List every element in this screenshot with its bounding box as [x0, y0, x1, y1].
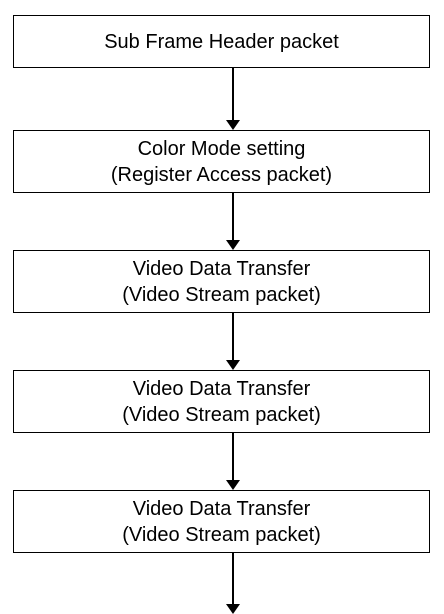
down-arrow-icon — [226, 193, 240, 250]
down-arrow-icon — [226, 68, 240, 130]
step-sublabel: (Register Access packet) — [110, 163, 333, 186]
step-video-data-transfer-box: Video Data Transfer (Video Stream packet… — [13, 370, 430, 433]
step-label: Sub Frame Header packet — [104, 30, 339, 53]
step-video-data-transfer-box: Video Data Transfer (Video Stream packet… — [13, 490, 430, 553]
step-sublabel: (Video Stream packet) — [122, 523, 321, 546]
step-sublabel: (Video Stream packet) — [122, 403, 321, 426]
step-video-data-transfer-box: Video Data Transfer (Video Stream packet… — [13, 250, 430, 313]
step-color-mode-box: Color Mode setting (Register Access pack… — [13, 130, 430, 193]
down-arrow-icon — [226, 313, 240, 370]
down-arrow-icon — [226, 553, 240, 614]
step-label: Video Data Transfer — [132, 257, 311, 280]
step-label: Video Data Transfer — [132, 497, 311, 520]
step-label: Video Data Transfer — [132, 377, 311, 400]
step-sub-frame-header-box: Sub Frame Header packet — [13, 15, 430, 68]
step-label: Color Mode setting — [137, 137, 306, 160]
down-arrow-icon — [226, 433, 240, 490]
step-sublabel: (Video Stream packet) — [122, 283, 321, 306]
